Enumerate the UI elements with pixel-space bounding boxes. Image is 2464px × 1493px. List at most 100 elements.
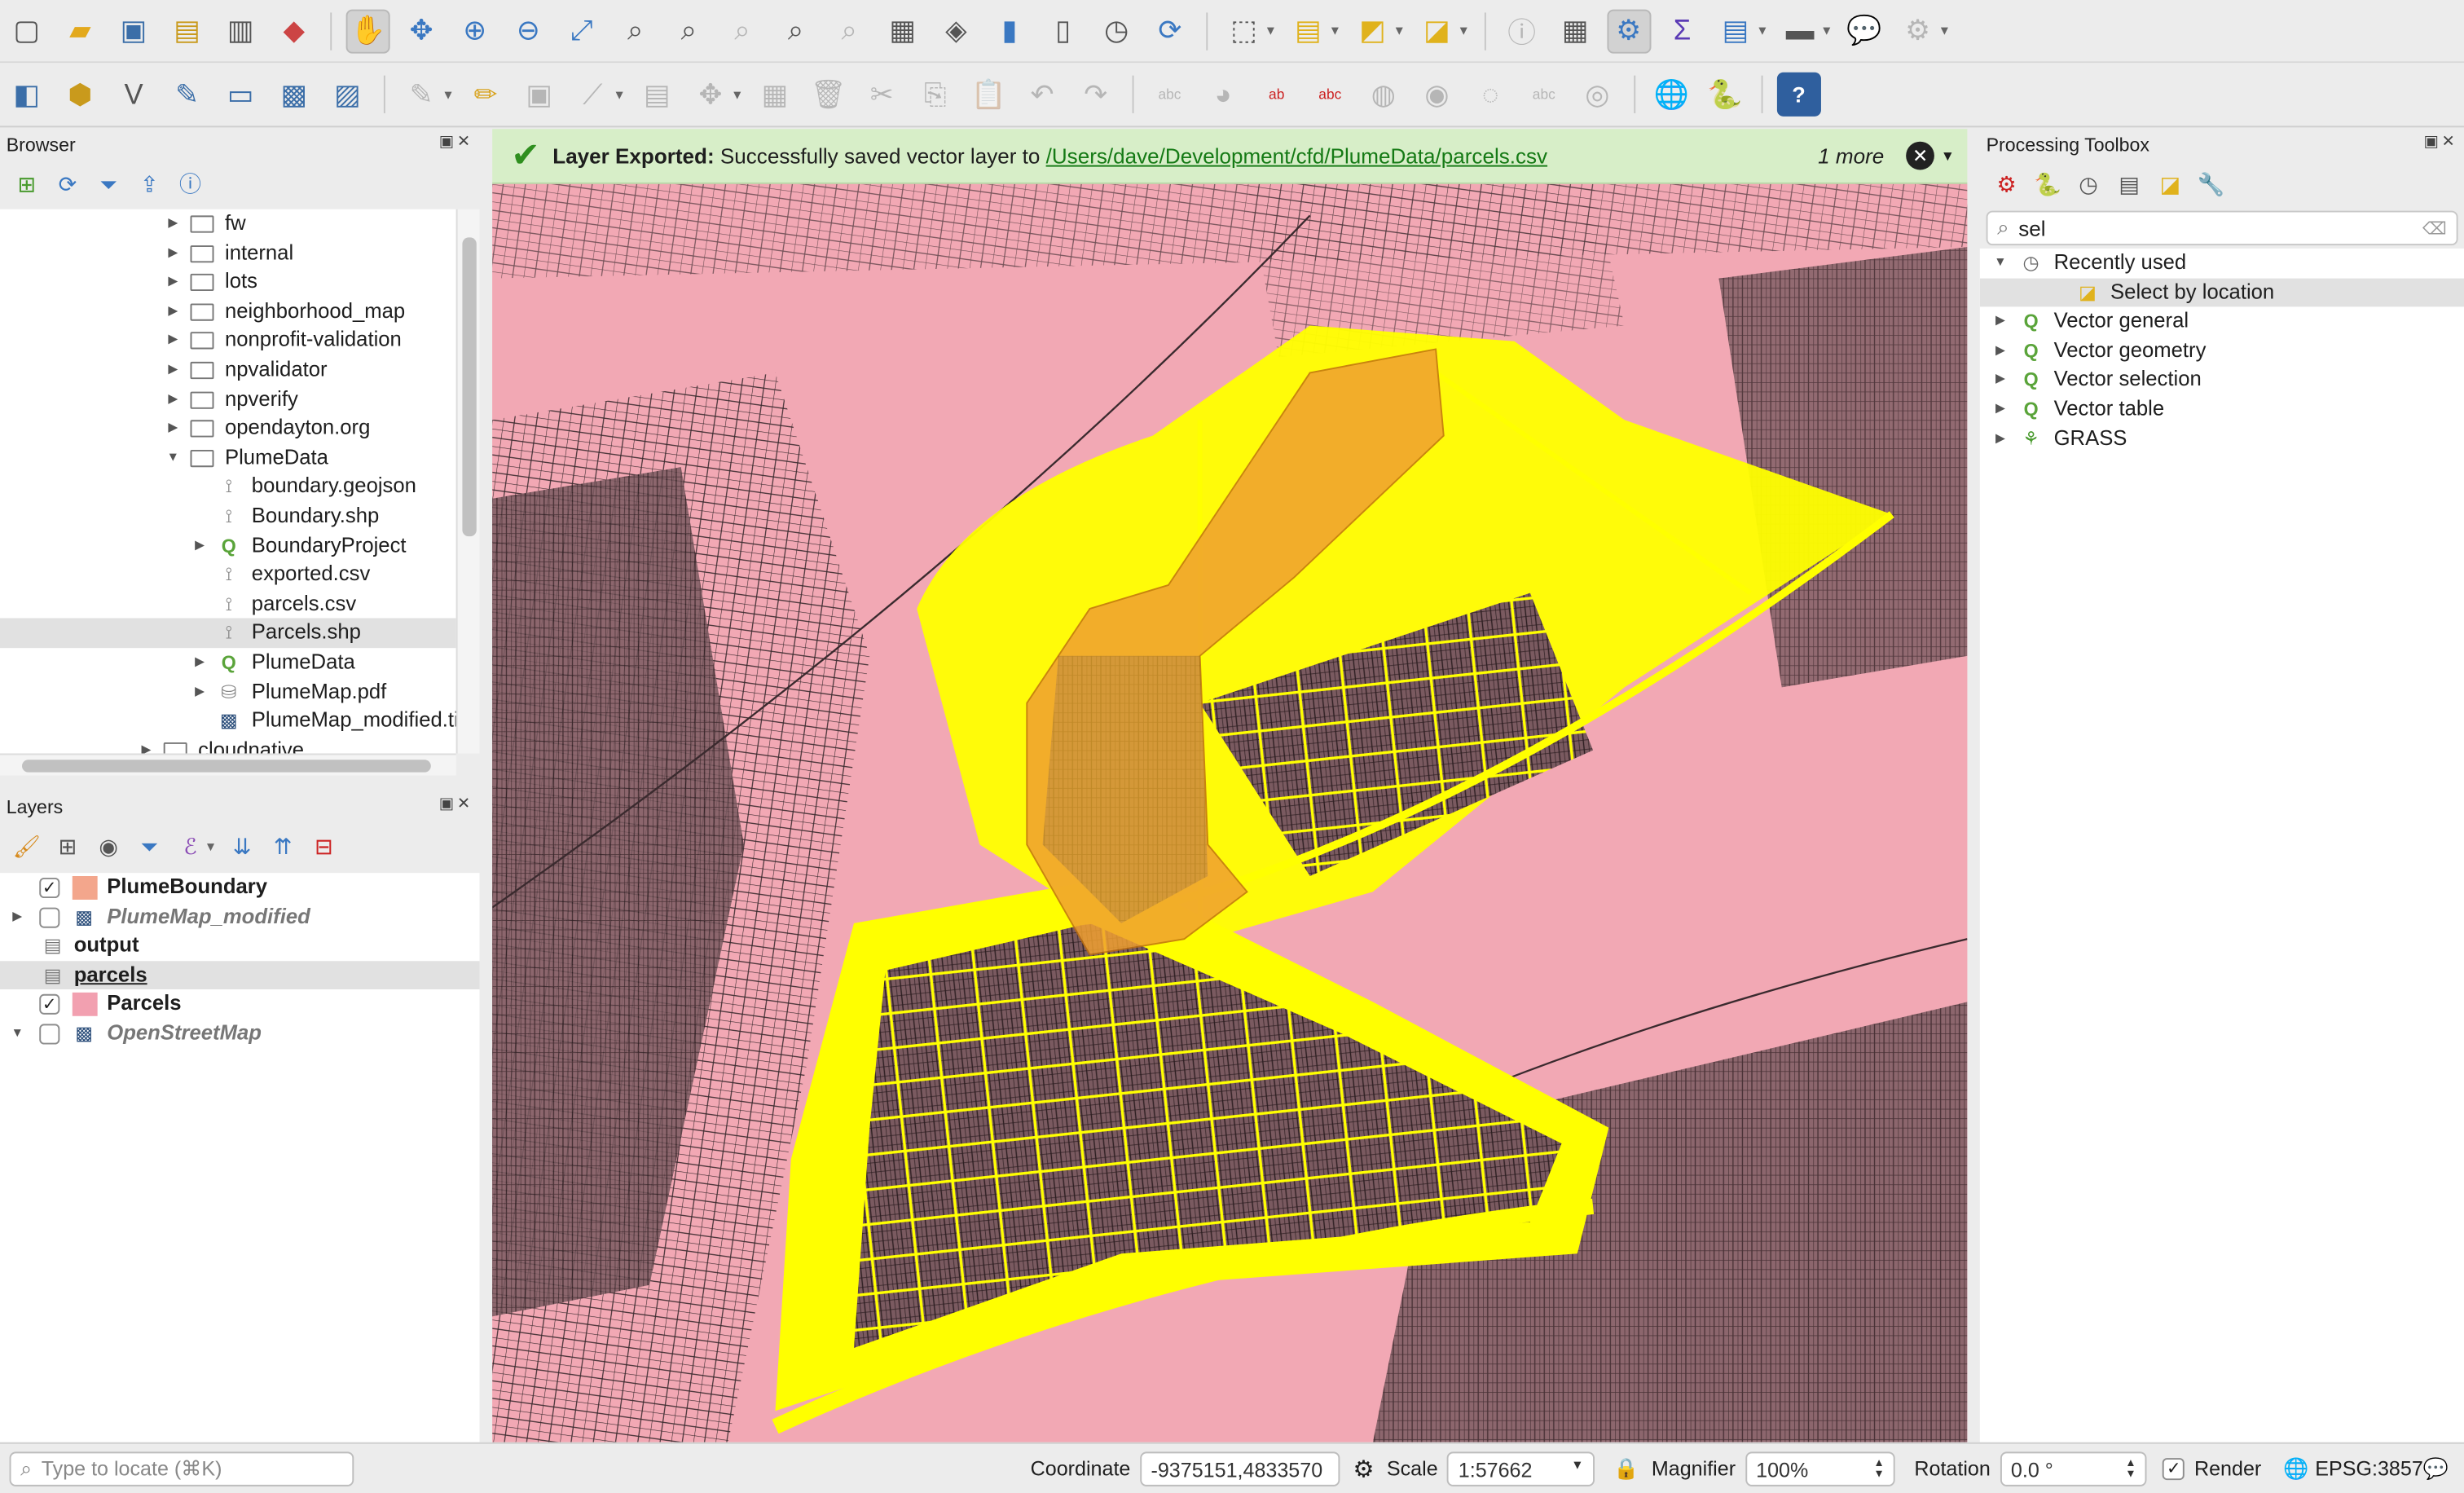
collapse-chevron-icon[interactable]: ▶ bbox=[191, 531, 207, 560]
browser-item[interactable]: ▶ opendayton.org bbox=[0, 414, 456, 443]
attribute-table-icon[interactable]: ▦ bbox=[1553, 9, 1597, 53]
expand-chevron-icon[interactable]: ▼ bbox=[165, 443, 181, 473]
collapse-chevron-icon[interactable]: ▶ bbox=[165, 239, 181, 268]
cut-icon[interactable]: ✂ bbox=[860, 73, 904, 117]
layer-visibility-checkbox[interactable]: ✓ bbox=[39, 994, 60, 1015]
browser-item[interactable]: ⟟ Boundary.shp bbox=[0, 502, 456, 531]
zoom-next-icon[interactable]: ⌕ bbox=[827, 9, 871, 53]
messages-icon[interactable]: 💬 bbox=[2423, 1456, 2449, 1481]
layer-item[interactable]: ▼ ▩ OpenStreetMap bbox=[0, 1020, 480, 1049]
manage-visibility-icon[interactable]: ◉ bbox=[91, 829, 125, 863]
collapse-chevron-icon[interactable]: ▶ bbox=[165, 209, 181, 239]
more-messages-label[interactable]: 1 more bbox=[1818, 144, 1884, 168]
zoom-full-icon[interactable]: ⤢ bbox=[560, 9, 604, 53]
toolbox-item[interactable]: ▶ Q Vector geometry bbox=[1980, 337, 2464, 366]
layer-item[interactable]: ▤ output bbox=[0, 931, 480, 961]
edit-features-in-place-icon[interactable]: ◪ bbox=[2153, 167, 2187, 201]
temporal-controller-icon[interactable]: ◷ bbox=[1094, 9, 1138, 53]
open-project-icon[interactable]: ▰ bbox=[58, 9, 102, 53]
layer-visibility-checkbox[interactable]: ✓ bbox=[39, 877, 60, 899]
browser-item[interactable]: ▶ Q BoundaryProject bbox=[0, 531, 456, 560]
toolbox-item[interactable]: ▶ Q Vector general bbox=[1980, 307, 2464, 337]
expand-all-icon[interactable]: ⇊ bbox=[225, 829, 259, 863]
statistical-summary-icon[interactable]: Σ bbox=[1660, 9, 1704, 53]
collapse-chevron-icon[interactable]: ▶ bbox=[165, 355, 181, 385]
collapse-chevron-icon[interactable]: ▶ bbox=[165, 326, 181, 355]
collapse-chevron-icon[interactable]: ▶ bbox=[1992, 365, 2008, 394]
data-source-manager-icon[interactable]: ◧ bbox=[5, 73, 49, 117]
rotate-label-icon[interactable]: ◌ bbox=[1468, 73, 1512, 117]
bookmarks-icon[interactable]: ▯ bbox=[1041, 9, 1085, 53]
modify-attributes-icon[interactable]: ▦ bbox=[753, 73, 797, 117]
open-styling-icon[interactable]: 🖌 bbox=[10, 829, 44, 863]
layer-item[interactable]: ▤ parcels bbox=[0, 960, 480, 990]
scripts-python-icon[interactable]: 🐍 bbox=[2031, 167, 2065, 201]
browser-item[interactable]: ▶ nonprofit-validation bbox=[0, 326, 456, 355]
open-attribute-table-icon[interactable]: ▤ bbox=[1714, 9, 1758, 53]
paste-icon[interactable]: 📋 bbox=[966, 73, 1010, 117]
toggle-editing-icon[interactable]: ✎ bbox=[399, 73, 443, 117]
browser-item[interactable]: ⟟ exported.csv bbox=[0, 560, 456, 589]
zoom-last-icon[interactable]: ⌕ bbox=[774, 9, 818, 53]
map-canvas[interactable] bbox=[492, 183, 1968, 1442]
browser-item[interactable]: ▼ PlumeData bbox=[0, 443, 456, 473]
map-rendering[interactable] bbox=[492, 183, 1968, 1442]
zoom-native-icon[interactable]: ⌕ bbox=[720, 9, 764, 53]
history-icon[interactable]: ◷ bbox=[2071, 167, 2105, 201]
collapse-all-icon[interactable]: ⇈ bbox=[266, 829, 300, 863]
zoom-to-layer-icon[interactable]: ⌕ bbox=[667, 9, 711, 53]
browser-hscrollbar[interactable] bbox=[0, 753, 456, 776]
toolbox-item[interactable]: ▼ ◷ Recently used bbox=[1980, 249, 2464, 278]
toolbox-tree[interactable]: ▼ ◷ Recently used ◪ Select by location ▶ Q Vect… bbox=[1979, 248, 2464, 1442]
label-properties-icon[interactable]: ◎ bbox=[1575, 73, 1619, 117]
select-by-value-icon[interactable]: ▤ bbox=[1287, 9, 1331, 53]
new-map-view-icon[interactable]: ▦ bbox=[881, 9, 925, 53]
add-raster-icon[interactable]: ▩ bbox=[272, 73, 316, 117]
select-location-toolbar-icon[interactable]: ◪ bbox=[1415, 9, 1459, 53]
filter-expression-icon[interactable]: ℰ bbox=[173, 829, 207, 863]
close-message-icon[interactable]: ✕ bbox=[1906, 141, 1935, 170]
models-icon[interactable]: ⚙ bbox=[1989, 167, 2023, 201]
add-group-icon[interactable]: ⊞ bbox=[51, 829, 85, 863]
crs-globe-icon[interactable]: 🌐 bbox=[2283, 1456, 2308, 1481]
toolbox-search-input[interactable]: ⌕ sel ⌫ bbox=[1986, 210, 2458, 246]
add-selected-layers-icon[interactable]: ⊞ bbox=[10, 167, 44, 201]
pan-to-selection-icon[interactable]: ✥ bbox=[399, 9, 443, 53]
browser-item[interactable]: ▶ fw bbox=[0, 209, 456, 239]
toolbox-item[interactable]: ▶ Q Vector selection bbox=[1980, 365, 2464, 394]
rotation-spinbox[interactable]: 0.0 ° ▲ ▼ bbox=[2000, 1451, 2148, 1486]
browser-item[interactable]: ▶ npverify bbox=[0, 385, 456, 414]
collapse-chevron-icon[interactable]: ▶ bbox=[1992, 394, 2008, 424]
map-tips-icon[interactable]: 💬 bbox=[1842, 9, 1886, 53]
panel-float-close-icon[interactable]: ▣✕ bbox=[439, 134, 473, 156]
delete-icon[interactable]: 🗑 bbox=[807, 73, 851, 117]
collapse-chevron-icon[interactable]: ▶ bbox=[1992, 337, 2008, 366]
measure-icon[interactable]: ▬ bbox=[1778, 9, 1822, 53]
gps-icon[interactable]: ▭ bbox=[218, 73, 262, 117]
magnifier-spinbox[interactable]: 100% ▲ ▼ bbox=[1745, 1451, 1896, 1486]
browser-item[interactable]: ▩ PlumeMap_modified.tif bbox=[0, 707, 456, 736]
copy-icon[interactable]: ⎘ bbox=[913, 73, 957, 117]
message-menu-chevron-icon[interactable]: ▼ bbox=[1941, 148, 1955, 163]
layer-item[interactable]: ▶ ▩ PlumeMap_modified bbox=[0, 902, 480, 931]
toolbox-item[interactable]: ▶ Q Vector table bbox=[1980, 394, 2464, 424]
browser-item[interactable]: ⟟ Parcels.shp bbox=[0, 619, 456, 648]
pencil-icon[interactable]: ✏ bbox=[464, 73, 508, 117]
filter-icon[interactable]: ⏷ bbox=[91, 167, 125, 201]
browser-item[interactable]: ▶ neighborhood_map bbox=[0, 297, 456, 326]
toolbox-item[interactable]: ▶ ⚘ GRASS bbox=[1980, 424, 2464, 453]
globe-plugin-icon[interactable]: 🌐 bbox=[1649, 73, 1693, 117]
move-label-icon[interactable]: ◍ bbox=[1362, 73, 1406, 117]
collapse-chevron-icon[interactable]: ▶ bbox=[191, 648, 207, 677]
layers-tree[interactable]: ✓ PlumeBoundary ▶ ▩ PlumeMap_modified ▤ output… bbox=[0, 873, 480, 1442]
layout-manager-icon[interactable]: ▥ bbox=[218, 9, 262, 53]
add-record-icon[interactable]: ▤ bbox=[635, 73, 679, 117]
digitize-icon[interactable]: ✎ bbox=[165, 73, 209, 117]
browser-item[interactable]: ▶ npvalidator bbox=[0, 355, 456, 385]
layer-item[interactable]: ✓ PlumeBoundary bbox=[0, 873, 480, 902]
bookmark-new-icon[interactable]: ▮ bbox=[988, 9, 1032, 53]
save-project-icon[interactable]: ▣ bbox=[112, 9, 156, 53]
exported-file-link[interactable]: /Users/dave/Development/cfd/PlumeData/pa… bbox=[1046, 144, 1547, 168]
panel-float-close-icon[interactable]: ▣✕ bbox=[439, 796, 473, 818]
coordinate-field[interactable]: -9375151,4833570 bbox=[1139, 1451, 1341, 1486]
